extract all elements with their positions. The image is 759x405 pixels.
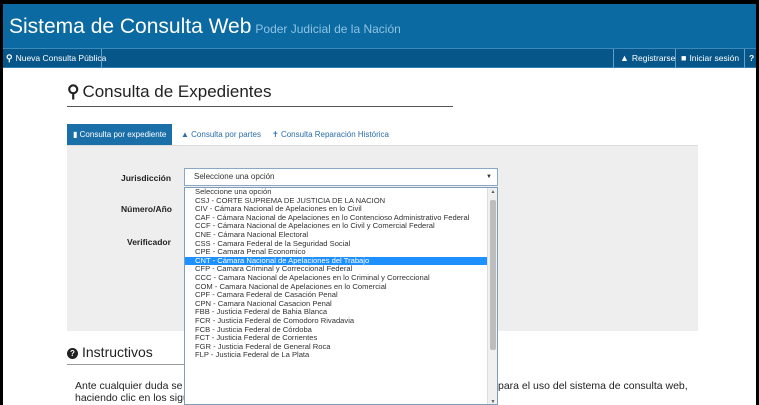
- caret-down-icon: ▼: [486, 174, 492, 180]
- dropdown-option[interactable]: CSJ - CORTE SUPREMA DE JUSTICIA DE LA NA…: [185, 197, 488, 206]
- app-header: Sistema de Consulta Web Poder Judicial de…: [0, 0, 759, 48]
- dropdown-option[interactable]: CPN - Camara Nacional Casacion Penal: [185, 300, 488, 309]
- tab-reparacion-historica[interactable]: ✝ Consulta Reparación Histórica: [272, 124, 389, 145]
- instructivos-text-start: Ante cualquier duda se r: [75, 380, 189, 392]
- dropdown-option[interactable]: CAF - Cámara Nacional de Apelaciones en …: [185, 214, 488, 223]
- dropdown-option[interactable]: FLP - Justicia Federal de La Plata: [185, 351, 488, 360]
- user-icon: ▲: [620, 53, 629, 63]
- dropdown-options: Seleccione una opción CSJ - CORTE SUPREMA…: [185, 188, 488, 360]
- tab-label: Consulta Reparación Histórica: [280, 130, 389, 139]
- dropdown-option[interactable]: FCT - Justicia Federal de Corrientes: [185, 334, 488, 343]
- dropdown-option[interactable]: Seleccione una opción: [185, 188, 488, 197]
- dropdown-option[interactable]: CPF - Camara Federal de Casación Penal: [185, 291, 488, 300]
- dropdown-option[interactable]: CFP - Camara Criminal y Correccional Fed…: [185, 265, 488, 274]
- nav-divider: [101, 49, 102, 68]
- jurisdiccion-select[interactable]: Seleccione una opción ▼: [184, 168, 498, 186]
- tab-label: Consulta por expediente: [79, 130, 167, 139]
- help-icon[interactable]: ?: [749, 49, 754, 68]
- jurisdiccion-label: Jurisdicción: [121, 173, 172, 183]
- register-link[interactable]: ▲ Registrarse: [620, 49, 675, 68]
- question-circle-icon: ?: [67, 348, 78, 359]
- nav-divider: [744, 49, 745, 68]
- tab-consulta-partes[interactable]: ▲ Consulta por partes: [181, 124, 261, 145]
- help-glyph: ?: [749, 53, 755, 63]
- app-title[interactable]: Sistema de Consulta Web Poder Judicial de…: [9, 15, 401, 39]
- instructivos-title: Instructivos: [82, 344, 153, 360]
- new-query-label: Nueva Consulta Pública: [15, 53, 107, 63]
- user-icon: ▲: [181, 130, 189, 139]
- dropdown-scrollbar[interactable]: ▲ ▼: [487, 188, 497, 404]
- search-icon: ⚲: [67, 82, 80, 101]
- login-label: Iniciar sesión: [689, 53, 740, 63]
- numero-ano-label: Número/Año: [121, 204, 172, 214]
- jurisdiccion-dropdown: Seleccione una opción CSJ - CORTE SUPREMA…: [184, 187, 498, 405]
- dropdown-option[interactable]: FGR - Justicia Federal de General Roca: [185, 343, 488, 352]
- file-icon: ▮: [73, 130, 78, 139]
- app-title-text: Sistema de Consulta Web: [9, 15, 252, 38]
- verificador-label: Verificador: [127, 237, 171, 247]
- lock-icon: ■: [681, 53, 687, 63]
- new-query-link[interactable]: ⚲ Nueva Consulta Pública: [6, 49, 106, 68]
- dropdown-option[interactable]: CNE - Cámara Nacional Electoral: [185, 231, 488, 240]
- title-divider: [67, 106, 453, 107]
- select-value: Seleccione una opción: [194, 172, 275, 181]
- dropdown-option[interactable]: CNT - Cámara Nacional de Apelaciones del…: [185, 256, 488, 266]
- dropdown-option[interactable]: CCF - Cámara Nacional de Apelaciones en …: [185, 222, 488, 231]
- nav-divider: [613, 49, 614, 68]
- dropdown-option[interactable]: FCR - Justicia Federal de Comodoro Rivad…: [185, 317, 488, 326]
- app-subtitle: Poder Judicial de la Nación: [255, 22, 401, 36]
- page-title: ⚲ Consulta de Expedientes: [67, 82, 271, 102]
- nav-bar: ⚲ Nueva Consulta Pública ▲ Registrarse ■ In…: [0, 48, 759, 68]
- dropdown-option[interactable]: FCB - Justicia Federal de Córdoba: [185, 326, 488, 335]
- scroll-down-icon[interactable]: ▼: [489, 399, 497, 404]
- dropdown-option[interactable]: CIV - Cámara Nacional de Apelaciones en …: [185, 205, 488, 214]
- dropdown-option[interactable]: CCC - Camara Nacional de Apelaciones en …: [185, 274, 488, 283]
- person-icon: ✝: [272, 130, 279, 139]
- dropdown-option[interactable]: CPE - Camara Penal Economico: [185, 248, 488, 257]
- scrollbar-thumb[interactable]: [490, 200, 496, 350]
- scroll-up-icon[interactable]: ▲: [489, 189, 497, 195]
- search-icon: ⚲: [6, 53, 13, 63]
- login-link[interactable]: ■ Iniciar sesión: [681, 49, 739, 68]
- dropdown-option[interactable]: COM - Camara Nacional de Apelaciones en …: [185, 283, 488, 292]
- dropdown-option[interactable]: FBB - Justicia Federal de Bahia Blanca: [185, 308, 488, 317]
- instructivos-text-end: para el uso del sistema de consulta web,: [498, 380, 688, 392]
- dropdown-option[interactable]: CSS - Camara Federal de la Seguridad Soc…: [185, 240, 488, 249]
- register-label: Registrarse: [631, 53, 676, 63]
- nav-divider: [675, 49, 676, 68]
- page-title-text: Consulta de Expedientes: [82, 82, 272, 101]
- tab-consulta-expediente[interactable]: ▮ Consulta por expediente: [67, 124, 173, 145]
- tab-label: Consulta por partes: [191, 130, 261, 139]
- instructivos-heading: ? Instructivos: [67, 344, 153, 360]
- instructivos-text-line2: haciendo clic en los sigu: [75, 392, 189, 404]
